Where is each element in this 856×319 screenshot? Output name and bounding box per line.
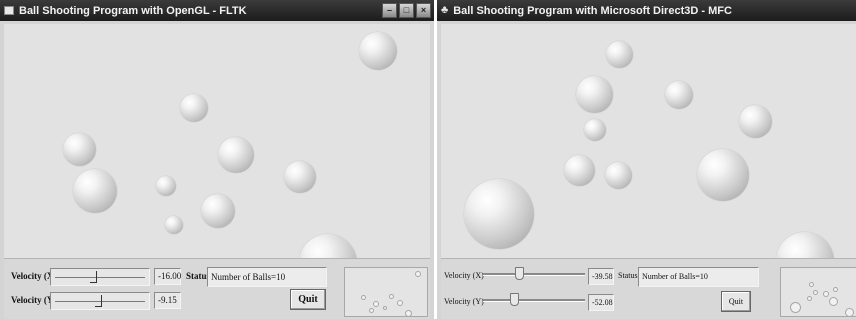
velocity-y-value: -9.15 — [154, 292, 181, 309]
status-label: Status — [618, 271, 638, 280]
window-app-icon: ♣ — [441, 4, 449, 16]
status-field: Number of Balls=10 — [638, 267, 759, 287]
ball — [584, 119, 606, 141]
render-viewport[interactable] — [441, 24, 856, 259]
direct3d-mfc-window: ♣ Ball Shooting Program with Microsoft D… — [437, 0, 856, 319]
minimap-ball — [833, 287, 838, 292]
title-bar[interactable]: Ball Shooting Program with OpenGL - FLTK… — [0, 0, 434, 21]
ball — [564, 155, 595, 186]
velocity-y-slider[interactable] — [50, 292, 150, 310]
minimap-ball — [373, 301, 379, 307]
ball — [697, 149, 749, 201]
minimap-ball — [809, 282, 814, 287]
control-panel: Velocity (X) -16.00 Status Number of Bal… — [4, 259, 430, 319]
opengl-fltk-window: Ball Shooting Program with OpenGL - FLTK… — [0, 0, 434, 319]
velocity-x-label: Velocity (X) — [444, 271, 484, 280]
minimap-ball — [813, 290, 818, 295]
window-title: Ball Shooting Program with OpenGL - FLTK — [19, 4, 247, 17]
close-icon[interactable]: × — [416, 3, 431, 18]
minimap-ball — [845, 308, 854, 316]
minimap-ball — [369, 308, 374, 313]
ball — [284, 161, 316, 193]
velocity-x-value: -39.58 — [588, 268, 614, 285]
render-viewport[interactable] — [4, 24, 430, 259]
quit-button[interactable]: Quit — [290, 289, 326, 310]
ball — [359, 32, 397, 70]
slider-track — [483, 273, 585, 276]
window-buttons: – □ × — [382, 3, 431, 18]
ball — [201, 194, 235, 228]
ball — [218, 137, 254, 173]
velocity-x-slider[interactable] — [483, 265, 585, 283]
ball — [605, 162, 632, 189]
velocity-y-label: Velocity (Y) — [444, 297, 484, 306]
ball — [180, 94, 208, 122]
ball — [299, 234, 357, 258]
velocity-y-value: -52.08 — [588, 294, 614, 311]
minimap-preview — [780, 267, 856, 317]
slider-thumb[interactable] — [510, 293, 519, 306]
minimap-ball — [397, 300, 403, 306]
ball — [776, 232, 834, 258]
slider-track — [55, 277, 145, 278]
maximize-icon[interactable]: □ — [399, 3, 414, 18]
ball — [739, 105, 772, 138]
slider-track — [483, 299, 585, 302]
minimap-ball — [415, 271, 421, 277]
control-panel: Velocity (X) -39.58 Status Number of Bal… — [441, 259, 856, 319]
ball — [156, 176, 176, 196]
ball — [63, 133, 96, 166]
minimap-ball — [405, 310, 412, 316]
minimap-preview — [344, 267, 428, 317]
ball — [576, 76, 613, 113]
ball — [73, 169, 117, 213]
minimap-ball — [383, 306, 387, 310]
ball — [464, 179, 534, 249]
minimap-ball — [790, 302, 801, 313]
minimap-ball — [807, 296, 812, 301]
minimize-icon[interactable]: – — [382, 3, 397, 18]
velocity-x-value: -16.00 — [154, 268, 181, 285]
ball — [606, 41, 633, 68]
title-bar[interactable]: ♣ Ball Shooting Program with Microsoft D… — [437, 0, 856, 21]
minimap-ball — [361, 295, 366, 300]
velocity-x-slider[interactable] — [50, 268, 150, 286]
slider-thumb[interactable] — [95, 295, 102, 307]
slider-thumb[interactable] — [90, 271, 97, 283]
ball — [165, 216, 183, 234]
window-title: Ball Shooting Program with Microsoft Dir… — [453, 4, 732, 17]
minimap-ball — [389, 294, 394, 299]
slider-thumb[interactable] — [515, 267, 524, 280]
minimap-ball — [823, 291, 829, 297]
minimap-ball — [829, 297, 838, 306]
status-field: Number of Balls=10 — [207, 267, 327, 287]
ball — [665, 81, 693, 109]
velocity-y-slider[interactable] — [483, 291, 585, 309]
window-app-icon — [4, 6, 14, 15]
quit-button[interactable]: Quit — [721, 291, 751, 312]
